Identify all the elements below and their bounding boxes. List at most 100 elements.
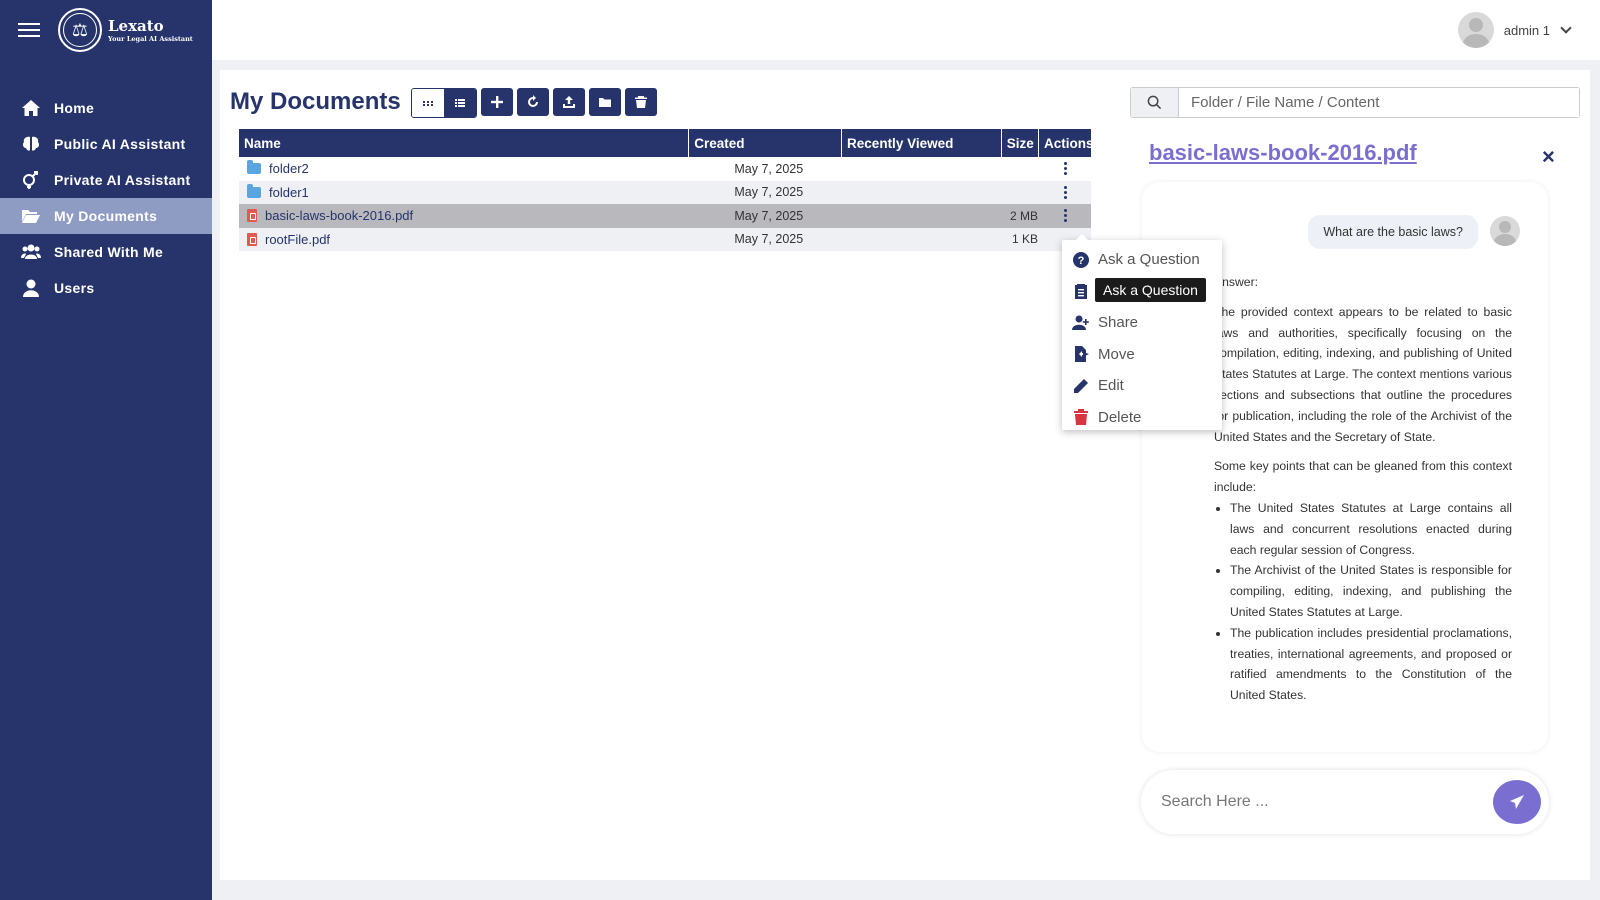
- scales-logo-icon: ⚖: [58, 8, 102, 52]
- table-header: Name Created Recently Viewed Size Action…: [239, 129, 1094, 157]
- home-icon: [20, 99, 42, 117]
- kebab-menu-icon[interactable]: [1064, 209, 1068, 223]
- chat-input[interactable]: [1141, 793, 1493, 811]
- file-move-icon: [1075, 346, 1089, 363]
- view-toggle: [411, 88, 477, 118]
- sidebar-header: ⚖ Lexato Your Legal AI Assistant: [0, 0, 212, 60]
- sidebar-item-label: Shared With Me: [54, 244, 164, 260]
- search-input[interactable]: [1179, 88, 1579, 117]
- kebab-menu-icon[interactable]: [1064, 162, 1068, 176]
- file-name[interactable]: folder2: [269, 161, 309, 176]
- documents-table: Name Created Recently Viewed Size Action…: [239, 129, 1094, 251]
- sidebar-nav: Home Public AI Assistant Private AI Assi…: [0, 90, 212, 306]
- file-size: [952, 181, 1040, 205]
- recently-viewed: [843, 204, 952, 228]
- sidebar-item-private-ai-assistant[interactable]: Private AI Assistant: [0, 162, 212, 198]
- paper-plane-icon: [1510, 795, 1524, 809]
- user-menu[interactable]: admin 1: [1457, 12, 1572, 48]
- file-size: [952, 157, 1040, 181]
- file-size: 2 MB: [1010, 208, 1039, 223]
- sidebar-item-label: Users: [54, 280, 95, 296]
- user-icon: [20, 279, 42, 297]
- search-bar: [1130, 87, 1580, 118]
- menu-item-delete[interactable]: Delete: [1062, 402, 1222, 434]
- delete-button[interactable]: [625, 88, 657, 116]
- grid-icon: [423, 101, 433, 106]
- search-icon[interactable]: [1131, 88, 1179, 117]
- user-plus-icon: [1072, 315, 1089, 330]
- top-header: admin 1: [212, 0, 1600, 60]
- sidebar-item-home[interactable]: Home: [0, 90, 212, 126]
- list-view-button[interactable]: [444, 89, 476, 117]
- pencil-icon: [1074, 378, 1088, 393]
- refresh-button[interactable]: [517, 88, 549, 116]
- menu-item-ask-question[interactable]: ? Ask a Question: [1062, 244, 1222, 276]
- users-icon: [20, 243, 42, 261]
- table-row[interactable]: rootFile.pdf May 7, 2025 1 KB: [239, 227, 1091, 251]
- sidebar-item-label: My Documents: [54, 208, 158, 224]
- svg-text:?: ?: [1078, 255, 1085, 267]
- column-header-recently-viewed[interactable]: Recently Viewed: [842, 129, 1002, 157]
- hamburger-menu-icon[interactable]: [18, 19, 40, 41]
- answer-paragraph: The provided context appears to be relat…: [1214, 304, 1512, 444]
- chevron-down-icon: [1560, 22, 1572, 34]
- sidebar-item-my-documents[interactable]: My Documents: [0, 198, 212, 234]
- answer-paragraph: Some key points that can be gleaned from…: [1214, 459, 1512, 495]
- recently-viewed: [843, 157, 952, 181]
- send-button[interactable]: [1493, 780, 1541, 824]
- file-size: 1 KB: [1012, 232, 1039, 247]
- row-context-menu: ? Ask a Question Share Move Edit Delete: [1062, 234, 1222, 430]
- answer-label: Answer:: [1214, 275, 1259, 289]
- avatar: [1490, 216, 1520, 246]
- table-row[interactable]: basic-laws-book-2016.pdf May 7, 2025 2 M…: [239, 204, 1091, 228]
- sidebar-item-shared-with-me[interactable]: Shared With Me: [0, 234, 212, 270]
- app-tagline: Your Legal AI Assistant: [108, 35, 193, 43]
- document-title-link[interactable]: basic-laws-book-2016.pdf: [1149, 140, 1417, 166]
- add-button[interactable]: [481, 88, 513, 116]
- list-item: The United States Statutes at Large cont…: [1230, 498, 1512, 560]
- trash-icon: [1074, 409, 1088, 426]
- sidebar-item-label: Public AI Assistant: [54, 136, 186, 152]
- sidebar-item-label: Private AI Assistant: [54, 172, 191, 188]
- file-name[interactable]: basic-laws-book-2016.pdf: [265, 208, 413, 223]
- list-item: The Archivist of the United States is re…: [1230, 560, 1512, 622]
- created-date: May 7, 2025: [734, 208, 804, 223]
- folder-icon: [247, 183, 261, 198]
- menu-item-edit[interactable]: Edit: [1062, 370, 1222, 402]
- created-date: May 7, 2025: [734, 232, 804, 247]
- clipboard-icon: [1075, 284, 1087, 300]
- folder-icon: [247, 160, 261, 175]
- app-name: Lexato: [108, 17, 164, 35]
- menu-item-share[interactable]: Share: [1062, 307, 1222, 339]
- question-bubble: What are the basic laws?: [1308, 215, 1478, 249]
- answer-text: Answer: The provided context appears to …: [1214, 272, 1512, 706]
- new-folder-button[interactable]: [589, 88, 621, 116]
- table-row[interactable]: folder1 May 7, 2025: [239, 180, 1091, 205]
- page-title: My Documents: [230, 88, 401, 115]
- user-name: admin 1: [1503, 22, 1550, 38]
- brain-icon: [20, 135, 42, 153]
- avatar: [1457, 12, 1494, 48]
- recently-viewed: [843, 181, 952, 205]
- upload-button[interactable]: [553, 88, 585, 116]
- kebab-menu-icon[interactable]: [1064, 185, 1068, 199]
- chat-input-bar: [1141, 770, 1549, 834]
- menu-item-move[interactable]: Move: [1062, 339, 1222, 371]
- grid-view-button[interactable]: [412, 89, 444, 117]
- column-header-actions: Actions: [1044, 135, 1094, 151]
- sidebar: ⚖ Lexato Your Legal AI Assistant Home Pu…: [0, 0, 212, 900]
- column-header-size[interactable]: Size: [1002, 129, 1039, 157]
- close-icon[interactable]: ×: [1542, 144, 1555, 170]
- file-name[interactable]: rootFile.pdf: [265, 232, 330, 247]
- trash-icon: [635, 96, 647, 108]
- file-name[interactable]: folder1: [269, 185, 309, 200]
- sidebar-item-public-ai-assistant[interactable]: Public AI Assistant: [0, 126, 212, 162]
- sidebar-item-users[interactable]: Users: [0, 270, 212, 306]
- column-header-created[interactable]: Created: [689, 129, 843, 157]
- logo[interactable]: ⚖ Lexato Your Legal AI Assistant: [58, 8, 193, 52]
- folder-open-icon: [20, 207, 42, 225]
- upload-icon: [563, 96, 575, 108]
- column-header-name[interactable]: Name: [239, 129, 690, 157]
- table-row[interactable]: folder2 May 7, 2025: [239, 157, 1091, 181]
- pdf-file-icon: [247, 209, 257, 223]
